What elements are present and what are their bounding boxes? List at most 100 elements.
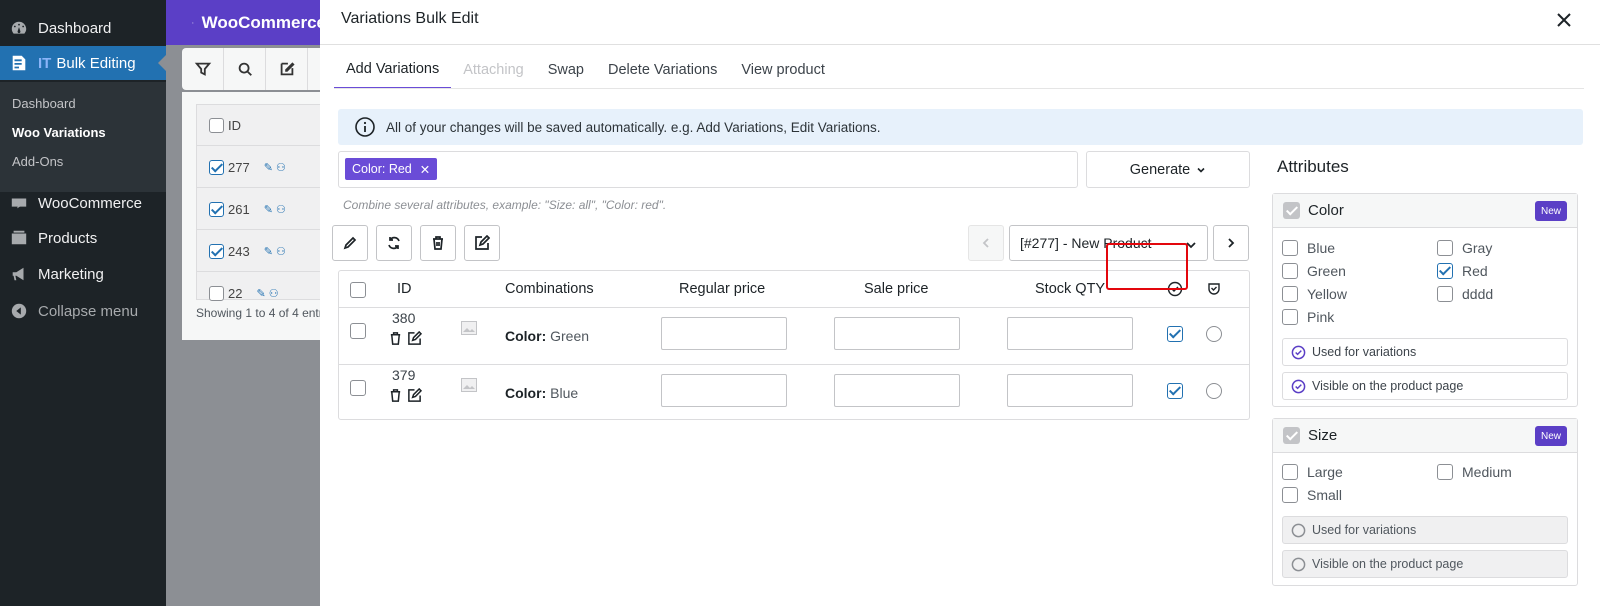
tab-attaching[interactable]: Attaching [451, 50, 535, 89]
close-icon [1557, 13, 1571, 27]
option-dddd[interactable]: dddd [1437, 285, 1493, 303]
row-checkbox[interactable] [350, 380, 366, 396]
option-checkbox[interactable] [1437, 240, 1453, 256]
image-placeholder-icon[interactable] [461, 321, 477, 335]
used-for-variations-toggle[interactable]: Used for variations [1282, 516, 1568, 544]
row-checkbox[interactable] [209, 243, 224, 259]
option-checkbox[interactable] [1282, 464, 1298, 480]
select-all-checkbox[interactable] [209, 117, 224, 133]
table-row[interactable]: 277 ✎ ⚇ [197, 147, 327, 188]
menu-item-products[interactable]: Products [0, 221, 166, 255]
close-button[interactable] [1554, 10, 1574, 30]
option-gray[interactable]: Gray [1437, 239, 1492, 257]
attribute-name: Size [1308, 427, 1338, 444]
row-checkbox[interactable] [209, 286, 224, 301]
regular-price-input[interactable] [661, 317, 787, 350]
select-all-checkbox[interactable] [350, 282, 366, 298]
stock-qty-input[interactable] [1007, 317, 1133, 350]
search-icon[interactable] [224, 48, 266, 90]
option-red[interactable]: Red [1437, 262, 1488, 280]
option-medium[interactable]: Medium [1437, 463, 1512, 481]
row-actions[interactable]: ✎ ⚇ [264, 245, 286, 258]
products-icon [0, 229, 38, 247]
menu-item-woocommerce[interactable]: WooCommerce [0, 186, 166, 220]
bulk-editing-icon [0, 54, 38, 72]
sale-price-input[interactable] [834, 317, 960, 350]
option-pink[interactable]: Pink [1282, 308, 1334, 326]
option-checkbox[interactable] [1282, 240, 1298, 256]
edit-selected-button[interactable] [464, 225, 500, 261]
column-regular-price: Regular price [679, 281, 766, 297]
option-small[interactable]: Small [1282, 486, 1342, 504]
submenu-item-dashboard[interactable]: Dashboard [12, 96, 76, 111]
option-checkbox[interactable] [1282, 286, 1298, 302]
row-actions[interactable]: ✎ ⚇ [256, 287, 278, 300]
trash-icon [433, 236, 443, 250]
table-row[interactable]: 261 ✎ ⚇ [197, 189, 327, 230]
option-green[interactable]: Green [1282, 262, 1346, 280]
menu-item-bulk-editing[interactable]: IT Bulk Editing [0, 46, 166, 80]
attribute-header[interactable]: Color New [1273, 194, 1577, 228]
attribute-select-checkbox[interactable] [1283, 427, 1300, 444]
new-badge[interactable]: New [1534, 426, 1567, 446]
option-checkbox[interactable] [1437, 286, 1453, 302]
tab-add-variations[interactable]: Add Variations [334, 50, 452, 89]
next-product-button[interactable] [1213, 225, 1249, 261]
prev-product-button[interactable] [968, 225, 1004, 261]
menu-item-dashboard[interactable]: Dashboard [0, 11, 166, 45]
menu-item-marketing[interactable]: Marketing [0, 257, 166, 291]
default-radio[interactable] [1206, 383, 1222, 399]
row-actions[interactable]: ✎ ⚇ [264, 161, 286, 174]
option-label: dddd [1462, 286, 1494, 302]
option-checkbox[interactable] [1282, 309, 1298, 325]
option-checkbox[interactable] [1282, 487, 1298, 503]
edit-icon[interactable] [407, 388, 422, 403]
tab-delete-variations[interactable]: Delete Variations [596, 50, 729, 89]
flag-label: Used for variations [1312, 345, 1417, 359]
edit-icon[interactable] [266, 48, 308, 90]
image-placeholder-icon[interactable] [461, 378, 477, 392]
option-blue[interactable]: Blue [1282, 239, 1335, 257]
trash-icon[interactable] [388, 331, 403, 346]
trash-icon[interactable] [388, 388, 403, 403]
used-for-variations-toggle[interactable]: Used for variations [1282, 338, 1568, 366]
option-checkbox[interactable] [1437, 464, 1453, 480]
option-large[interactable]: Large [1282, 463, 1343, 481]
tab-view-product[interactable]: View product [729, 50, 837, 89]
submenu-item-woo-variations[interactable]: Woo Variations [12, 125, 106, 140]
tab-swap[interactable]: Swap [536, 50, 596, 89]
row-checkbox[interactable] [209, 159, 224, 175]
product-select[interactable]: [#277] - New Product [1009, 225, 1208, 261]
menu-label: Bulk Editing [56, 54, 136, 72]
sale-price-input[interactable] [834, 374, 960, 407]
edit-icon[interactable] [407, 331, 422, 346]
option-checkbox[interactable] [1437, 263, 1453, 279]
menu-item-collapse[interactable]: Collapse menu [0, 294, 166, 328]
table-row[interactable]: 243 ✎ ⚇ [197, 231, 327, 272]
row-checkbox[interactable] [350, 323, 366, 339]
generate-button[interactable]: Generate [1086, 151, 1250, 188]
row-actions[interactable]: ✎ ⚇ [264, 203, 286, 216]
option-yellow[interactable]: Yellow [1282, 285, 1347, 303]
regular-price-input[interactable] [661, 374, 787, 407]
filter-icon[interactable] [182, 48, 224, 90]
edit-button[interactable] [332, 225, 368, 261]
default-radio[interactable] [1206, 326, 1222, 342]
attribute-select-checkbox[interactable] [1283, 202, 1300, 219]
submenu-item-add-ons[interactable]: Add-Ons [12, 154, 63, 169]
refresh-button[interactable] [376, 225, 412, 261]
dashboard-icon [0, 19, 38, 37]
visible-on-product-toggle[interactable]: Visible on the product page [1282, 550, 1568, 578]
column-default [1206, 271, 1222, 307]
attribute-header[interactable]: Size New [1273, 419, 1577, 453]
enabled-checkbox[interactable] [1167, 383, 1183, 399]
row-checkbox[interactable] [209, 201, 224, 217]
visible-on-product-toggle[interactable]: Visible on the product page [1282, 372, 1568, 400]
new-badge[interactable]: New [1534, 201, 1567, 221]
stock-qty-input[interactable] [1007, 374, 1133, 407]
delete-button[interactable] [420, 225, 456, 261]
enabled-checkbox[interactable] [1167, 326, 1183, 342]
attribute-combination-input[interactable]: Color: Red ✕ [338, 151, 1078, 188]
option-checkbox[interactable] [1282, 263, 1298, 279]
remove-tag-icon[interactable]: ✕ [420, 162, 430, 177]
